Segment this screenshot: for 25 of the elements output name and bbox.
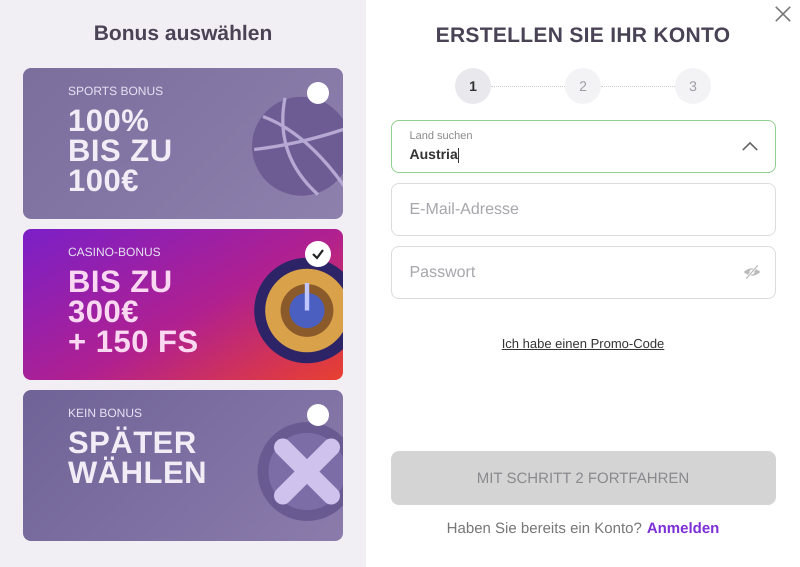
promo-code-link[interactable]: Ich habe einen Promo-Code	[502, 336, 664, 351]
country-select[interactable]: Land suchen Austria	[390, 120, 776, 173]
panel-title: Bonus auswählen	[94, 22, 272, 46]
radio-button[interactable]	[307, 82, 329, 104]
step-indicator: 3	[675, 68, 711, 104]
email-field[interactable]: E-Mail-Adresse	[390, 183, 776, 236]
login-prompt: Haben Sie bereits ein Konto?	[446, 520, 642, 537]
chevron-icon[interactable]	[740, 141, 758, 152]
bonus-label: KEIN BONUS	[68, 406, 142, 420]
password-field[interactable]: Passwort	[390, 246, 776, 299]
radio-button[interactable]	[307, 404, 329, 426]
bonus-card[interactable]: SPORTS BONUS 100% BIS ZU 100€	[23, 68, 343, 219]
bonus-headline: 100% BIS ZU 100€	[68, 106, 173, 196]
bonus-headline: BIS ZU 300€ + 150 FS	[68, 267, 199, 357]
bonus-label: CASINO-BONUS	[68, 245, 161, 259]
bonus-card[interactable]: CASINO-BONUS BIS ZU 300€ + 150 FS	[23, 229, 343, 380]
radio-button[interactable]	[307, 243, 329, 265]
step-indicator: 2	[565, 68, 601, 104]
login-link[interactable]: Anmelden	[646, 520, 720, 537]
close-icon[interactable]	[774, 5, 792, 23]
form-title: ERSTELLEN SIE IHR KONTO	[436, 24, 730, 48]
bonus-headline: SPÄTER WÄHLEN	[68, 428, 208, 488]
bonus-label: SPORTS BONUS	[68, 84, 164, 98]
bonus-card[interactable]: KEIN BONUS SPÄTER WÄHLEN	[23, 390, 343, 541]
step-indicator: 1	[455, 68, 491, 104]
